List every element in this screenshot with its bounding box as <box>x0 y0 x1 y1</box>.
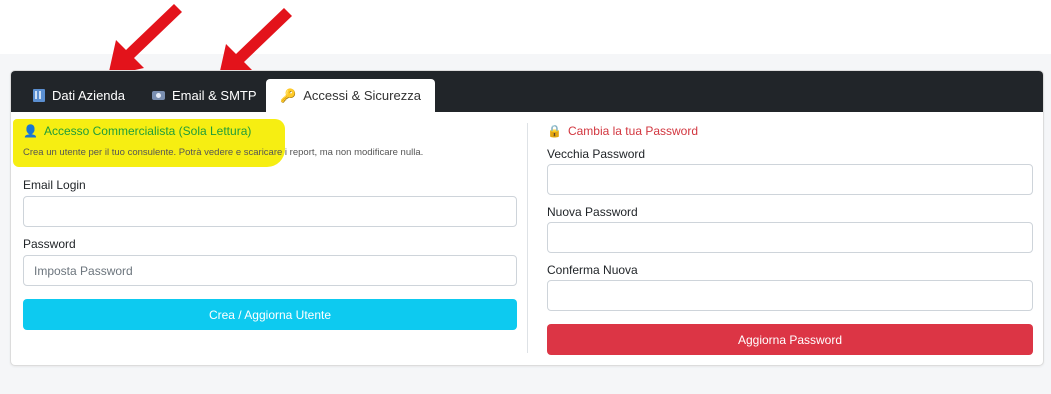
column-divider <box>527 123 528 353</box>
tab-label: Accessi & Sicurezza <box>303 88 421 103</box>
building-icon <box>33 89 45 102</box>
tab-email-smtp[interactable]: Email & SMTP <box>152 79 257 112</box>
create-update-user-button[interactable]: Crea / Aggiorna Utente <box>23 299 517 330</box>
update-password-button[interactable]: Aggiorna Password <box>547 324 1033 355</box>
tab-dati-azienda[interactable]: Dati Azienda <box>33 79 125 112</box>
old-password-input[interactable] <box>547 164 1033 195</box>
key-icon: 🔑 <box>280 87 297 103</box>
tab-label: Email & SMTP <box>172 88 257 103</box>
confirm-password-input[interactable] <box>547 280 1033 311</box>
tab-accessi-sicurezza[interactable]: 🔑 Accessi & Sicurezza <box>266 79 435 112</box>
settings-card: Dati Azienda Email & SMTP 🔑 Accessi & Si… <box>10 70 1044 366</box>
accountant-access-section: 👤 Accesso Commercialista (Sola Lettura) … <box>13 119 517 330</box>
new-password-label: Nuova Password <box>547 205 638 219</box>
confirm-password-label: Conferma Nuova <box>547 263 638 277</box>
password-label: Password <box>23 237 76 251</box>
section-title-text: Accesso Commercialista (Sola Lettura) <box>43 124 252 138</box>
section-title: 🔒 Cambia la tua Password <box>547 123 1033 139</box>
mail-icon <box>152 91 165 100</box>
email-login-input[interactable] <box>23 196 517 227</box>
lock-icon: 🔒 <box>547 124 562 138</box>
email-login-label: Email Login <box>23 178 86 192</box>
tab-label: Dati Azienda <box>52 88 125 103</box>
section-title: 👤 Accesso Commercialista (Sola Lettura) <box>23 123 517 139</box>
new-password-input[interactable] <box>547 222 1033 253</box>
old-password-label: Vecchia Password <box>547 147 646 161</box>
user-icon: 👤 <box>23 124 38 138</box>
password-input[interactable] <box>23 255 517 286</box>
section-title-text: Cambia la tua Password <box>567 124 699 138</box>
change-password-section: 🔒 Cambia la tua Password Vecchia Passwor… <box>547 123 1033 355</box>
section-description: Crea un utente per il tuo consulente. Po… <box>23 147 424 158</box>
arrow-shape <box>108 4 182 76</box>
tab-bar: Dati Azienda Email & SMTP 🔑 Accessi & Si… <box>11 71 1043 112</box>
